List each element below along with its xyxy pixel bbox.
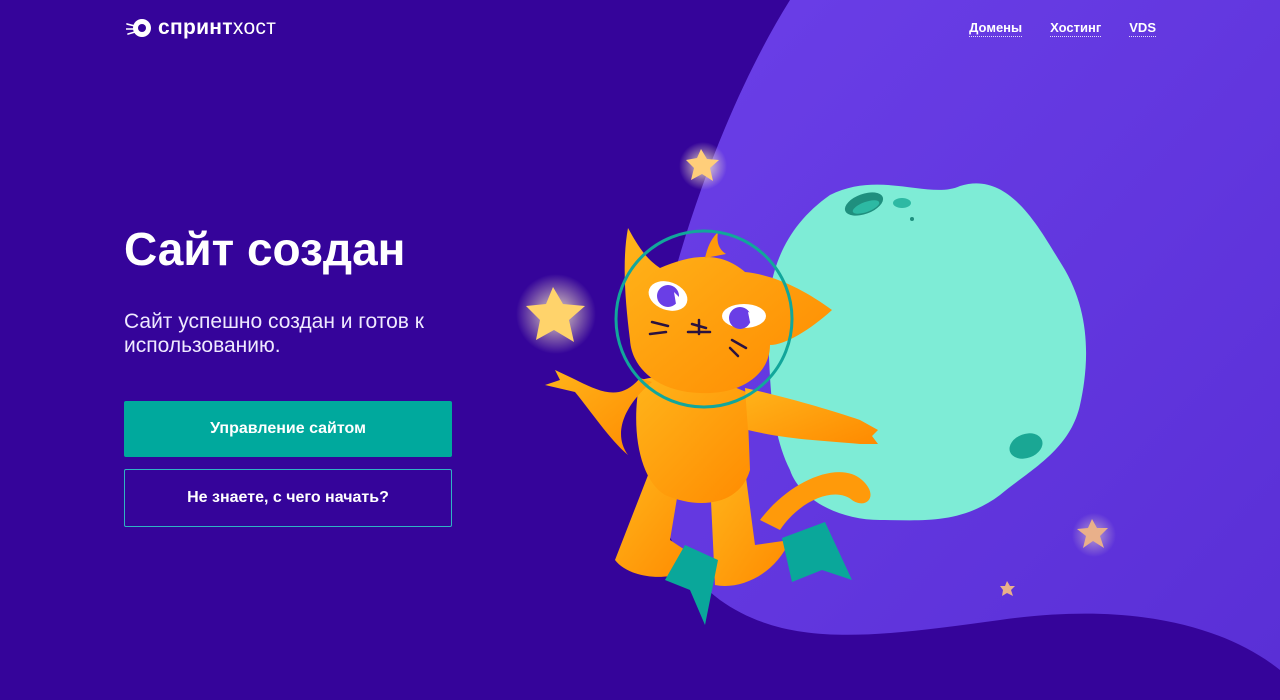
planet-crater (910, 217, 914, 221)
cat-ear-tuft (705, 232, 726, 258)
cat-boot-right (782, 522, 852, 582)
cat-pupil-right (729, 307, 751, 329)
cat-body (636, 376, 760, 503)
star-icon (1000, 581, 1015, 596)
astronaut-cat-illustration (516, 142, 1116, 625)
cat-arm-left (545, 370, 652, 455)
planet-crater (893, 198, 911, 208)
planet-shape (767, 183, 1087, 521)
